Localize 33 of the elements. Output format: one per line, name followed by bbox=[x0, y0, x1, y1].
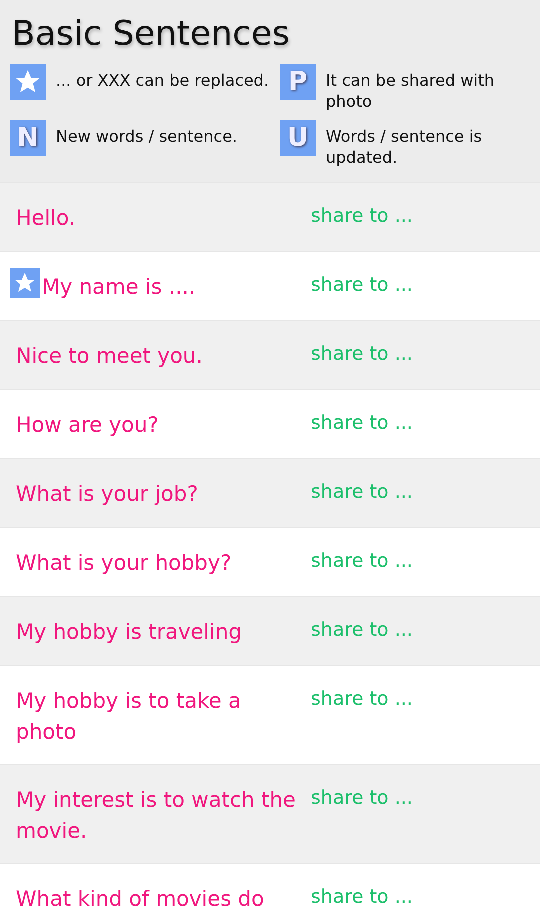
share-link[interactable]: share to ... bbox=[311, 785, 413, 811]
legend-text: ... or XXX can be replaced. bbox=[56, 70, 270, 91]
letter-icon: N bbox=[10, 120, 46, 156]
sentence-text: How are you? bbox=[16, 412, 159, 439]
sentence-text: My name is .... bbox=[42, 274, 196, 301]
legend-text: Words / sentence is updated. bbox=[326, 126, 484, 168]
share-link[interactable]: share to ... bbox=[311, 203, 413, 229]
share-link[interactable]: share to ... bbox=[311, 617, 413, 643]
share-link[interactable]: share to ... bbox=[311, 410, 413, 436]
share-link[interactable]: share to ... bbox=[311, 479, 413, 505]
sentence-row[interactable]: My interest is to watch the movie. share to ... bbox=[0, 764, 540, 863]
share-link[interactable]: share to ... bbox=[311, 686, 413, 712]
legend-text: It can be shared with photo bbox=[326, 70, 496, 112]
share-link[interactable]: share to ... bbox=[311, 272, 413, 298]
page-title: Basic Sentences bbox=[12, 14, 291, 54]
sentence-text: What is your job? bbox=[16, 481, 198, 508]
sentence-text: Hello. bbox=[16, 205, 76, 232]
share-link[interactable]: share to ... bbox=[311, 341, 413, 367]
sentence-row[interactable]: My hobby is traveling share to ... bbox=[0, 596, 540, 665]
share-link[interactable]: share to ... bbox=[311, 548, 413, 574]
legend-text: New words / sentence. bbox=[56, 126, 238, 147]
sentence-text: What kind of movies do bbox=[16, 886, 264, 913]
letter-icon: U bbox=[280, 120, 316, 156]
sentence-text: Nice to meet you. bbox=[16, 343, 203, 370]
letter-icon: P bbox=[280, 64, 316, 100]
sentence-text: What is your hobby? bbox=[16, 550, 232, 577]
sentence-text: My hobby is to take a photo bbox=[16, 688, 242, 746]
sentence-row[interactable]: What is your job? share to ... bbox=[0, 458, 540, 527]
sentence-row[interactable]: Nice to meet you. share to ... bbox=[0, 320, 540, 389]
sentence-row[interactable]: Hello. share to ... bbox=[0, 182, 540, 251]
sentence-text: My interest is to watch the movie. bbox=[16, 787, 297, 845]
share-link[interactable]: share to ... bbox=[311, 884, 413, 910]
sentence-text: My hobby is traveling bbox=[16, 619, 242, 646]
